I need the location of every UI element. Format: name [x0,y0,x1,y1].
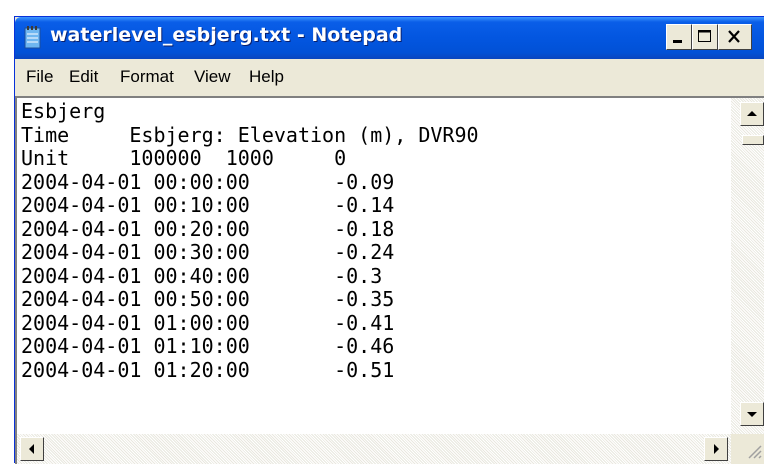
menu-help[interactable]: Help [249,67,284,87]
notepad-icon [24,26,41,49]
editor-area[interactable]: Esbjerg Time Esbjerg: Elevation (m), DVR9… [15,96,764,464]
arrow-up-icon [747,111,757,116]
notepad-window: waterlevel_esbjerg.txt - Notepad File Ed… [14,16,764,464]
text-line: 2004-04-01 00:50:00 -0.35 [21,287,395,311]
text-line: 2004-04-01 01:10:00 -0.46 [21,334,395,358]
scroll-right-button[interactable] [704,437,728,461]
menu-format[interactable]: Format [120,67,174,87]
scroll-left-button[interactable] [20,437,44,461]
text-line: 2004-04-01 01:20:00 -0.51 [21,357,395,382]
vertical-scroll-thumb[interactable] [742,135,764,145]
text-line: Esbjerg [21,100,106,123]
resize-grip-icon [748,445,762,459]
vertical-scrollbar[interactable] [731,98,764,434]
scroll-down-button[interactable] [740,402,764,426]
minimize-icon [673,40,682,43]
text-line: 2004-04-01 00:40:00 -0.3 [21,263,383,288]
minimize-button[interactable] [666,24,692,50]
text-line: 2004-04-01 00:00:00 -0.09 [21,169,395,194]
text-line: 2004-04-01 01:00:00 -0.41 [21,310,395,335]
arrow-right-icon [714,444,719,454]
text-line: 2004-04-01 00:20:00 -0.18 [21,216,395,241]
text-line: Time Esbjerg: Elevation (m), DVR90 [21,122,479,147]
title-bar[interactable]: waterlevel_esbjerg.txt - Notepad [15,17,764,59]
resize-grip[interactable] [731,434,764,464]
text-line: 2004-04-01 00:10:00 -0.14 [21,193,395,217]
horizontal-scrollbar[interactable] [17,434,731,464]
window-title: waterlevel_esbjerg.txt - Notepad [50,24,403,46]
menu-view[interactable]: View [194,67,231,87]
menu-edit[interactable]: Edit [69,67,98,87]
text-line: 2004-04-01 00:30:00 -0.24 [21,240,395,264]
menu-file[interactable]: File [26,67,53,87]
close-icon [728,30,740,43]
text-line: Unit 100000 1000 0 [21,146,347,170]
arrow-down-icon [747,412,757,417]
arrow-left-icon [29,444,34,454]
text-content[interactable]: Esbjerg Time Esbjerg: Elevation (m), DVR9… [21,100,721,430]
maximize-icon [698,30,711,42]
menu-bar: File Edit Format View Help [15,59,764,95]
close-button[interactable] [718,24,752,50]
maximize-button[interactable] [692,24,718,50]
scroll-up-button[interactable] [740,102,764,126]
